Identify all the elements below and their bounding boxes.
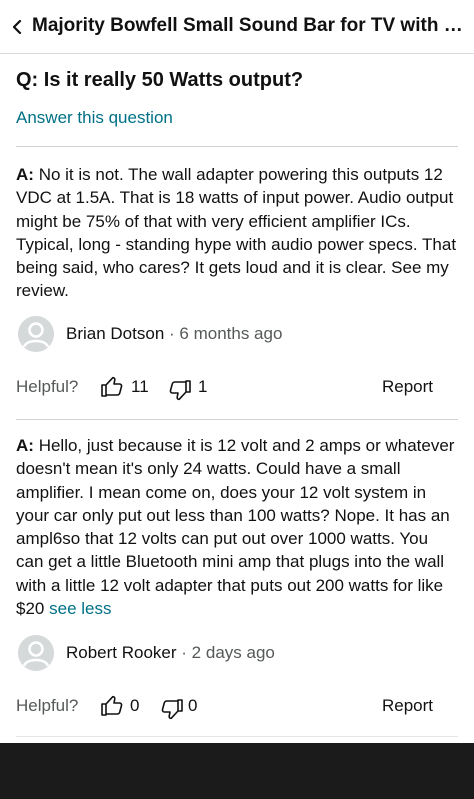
answer-1-text: A: No it is not. The wall adapter poweri… (16, 163, 460, 303)
answer-prefix: A: (16, 436, 34, 455)
top-bar: Majority Bowfell Small Sound Bar for TV … (0, 0, 474, 54)
answer-date: · 6 months ago (169, 324, 283, 343)
chevron-left-icon (12, 20, 22, 34)
helpful-label: Helpful? (16, 377, 79, 396)
answer-question-link[interactable]: Answer this question (16, 108, 173, 128)
answer-prefix: A: (16, 165, 34, 184)
divider (16, 736, 458, 737)
question-heading: Q: Is it really 50 Watts output? (16, 69, 303, 92)
answer-author: Robert Rooker · 2 days ago (66, 643, 275, 663)
question-text: Is it really 50 Watts output? (43, 69, 304, 91)
helpful-down-count: 1 (198, 377, 208, 396)
user-silhouette-icon (18, 635, 54, 671)
author-name[interactable]: Robert Rooker (66, 643, 177, 662)
answer-author: Brian Dotson · 6 months ago (66, 324, 282, 344)
question-prefix: Q: (16, 69, 39, 91)
divider (16, 419, 458, 420)
report-button[interactable]: Report (382, 696, 433, 716)
bottom-bar (0, 743, 474, 799)
thumbs-down-icon[interactable] (160, 697, 184, 721)
avatar (18, 635, 54, 671)
product-title[interactable]: Majority Bowfell Small Sound Bar for TV … (32, 15, 464, 37)
thumbs-up-icon[interactable] (100, 694, 124, 718)
divider (16, 146, 458, 147)
report-button[interactable]: Report (382, 377, 433, 397)
answer-date: · 2 days ago (181, 643, 275, 662)
answer-body: Hello, just because it is 12 volt and 2 … (16, 436, 455, 619)
user-silhouette-icon (18, 316, 54, 352)
helpful-up-count: 11 (131, 377, 149, 396)
back-button[interactable] (6, 10, 32, 44)
thumbs-up-icon[interactable] (100, 375, 124, 399)
see-less-link[interactable]: see less (49, 599, 111, 618)
helpful-up-count: 0 (130, 696, 140, 715)
helpful-down-count: 0 (188, 696, 198, 715)
thumbs-down-icon[interactable] (168, 378, 192, 402)
avatar (18, 316, 54, 352)
author-name[interactable]: Brian Dotson (66, 324, 164, 343)
answer-2-text: A: Hello, just because it is 12 volt and… (16, 434, 460, 620)
answer-body: No it is not. The wall adapter powering … (16, 165, 457, 301)
helpful-label: Helpful? (16, 696, 79, 715)
